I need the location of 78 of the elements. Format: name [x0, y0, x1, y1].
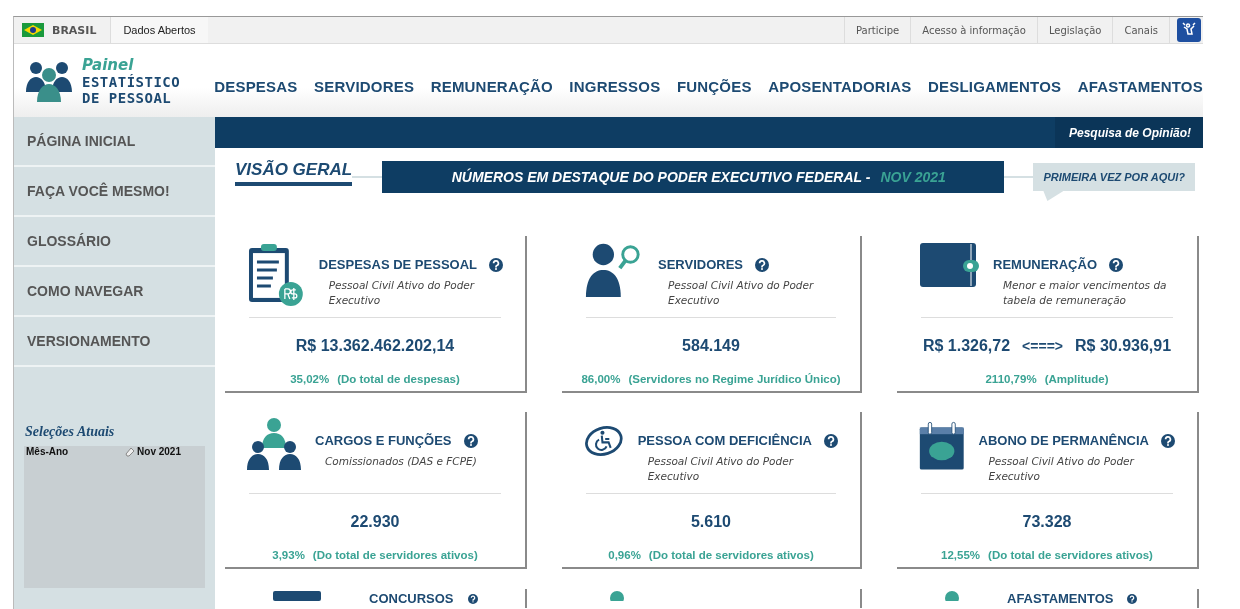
stat-percent: 2110,79% [985, 373, 1037, 385]
stat-percent: 35,02% [290, 373, 330, 385]
field-value: Nov 2021 [137, 446, 181, 457]
clipboard-icon [247, 242, 305, 308]
stat-note: (Do total de despesas) [337, 373, 460, 385]
card-subtitle: Menor e maior vencimentos da tabela de remuneração [1003, 278, 1168, 308]
stat-note: (Amplitude) [1044, 373, 1109, 385]
stat-percent: 12,55% [941, 549, 981, 561]
nav-link[interactable]: REMUNERAÇÃO [430, 78, 553, 95]
nav-link[interactable]: FUNÇÕES [676, 78, 752, 95]
accessibility-icon[interactable] [1177, 18, 1201, 42]
logo-text: Painel [82, 55, 135, 74]
selections-title: Seleções Atuais [25, 424, 116, 440]
card-title: AFASTAMENTOS [1007, 591, 1114, 606]
flag-icon [22, 23, 44, 37]
card-title: REMUNERAÇÃO [993, 257, 1097, 272]
help-icon[interactable] [465, 593, 480, 604]
help-icon[interactable] [755, 257, 769, 272]
card-title: CONCURSOS [369, 591, 454, 606]
card-subtitle: Pessoal Civil Ativo do Poder Executivo [668, 278, 815, 308]
headline-text: NÚMEROS EM DESTAQUE DO PODER EXECUTIVO FEDERAL - [451, 169, 871, 185]
headline-date: NOV 2021 [880, 169, 946, 185]
stat-note: (Servidores no Regime Jurídico Único) [628, 373, 841, 385]
card-subtitle: Comissionados (DAS e FCPE) [325, 454, 478, 469]
max-value: R$ 30.936,91 [1075, 336, 1172, 355]
open-data-link[interactable]: Dados Abertos [111, 17, 208, 43]
card-subtitle: Pessoal Civil Ativo do Poder Executivo [328, 278, 476, 308]
card-title: CARGOS E FUNÇÕES [315, 433, 452, 448]
help-icon[interactable] [463, 433, 478, 448]
survey-link[interactable]: Pesquisa de Opinião! [1054, 117, 1203, 148]
nav-link[interactable]: DESPESAS [214, 78, 298, 95]
card-title: ABONO DE PERMANÊNCIA [978, 433, 1149, 448]
sidebar-item[interactable]: COMO NAVEGAR [14, 267, 215, 317]
stat-note: (Do total de servidores ativos) [648, 549, 814, 561]
field-label: Mês-Ano [26, 446, 69, 457]
help-icon[interactable] [1125, 593, 1140, 604]
stat-value: 584.149 [682, 336, 740, 355]
team-icon [247, 418, 301, 470]
sidebar-item[interactable]: FAÇA VOCÊ MESMO! [14, 167, 215, 217]
stat-value: 5.610 [690, 512, 731, 531]
section-title: VISÃO GERAL [235, 160, 353, 186]
top-link[interactable]: Canais [1112, 17, 1169, 43]
top-link[interactable]: Legislação [1036, 17, 1113, 43]
stat-percent: 3,93% [272, 549, 305, 561]
sidebar-item[interactable]: GLOSSÁRIO [14, 217, 215, 267]
card-subtitle: Pessoal Civil Ativo do Poder Executivo [647, 454, 795, 484]
wallet-icon [919, 242, 979, 288]
country-label[interactable]: BRASIL [52, 23, 97, 37]
stat-percent: 86,00% [581, 373, 621, 385]
top-link[interactable]: Acesso à informação [910, 17, 1037, 43]
eraser-icon[interactable] [125, 446, 136, 457]
stat-note: (Do total de servidores ativos) [988, 549, 1153, 561]
stat-percent: 0,96% [608, 549, 641, 561]
nav-link[interactable]: AFASTAMENTOS [1077, 78, 1203, 95]
stat-value: 73.328 [1022, 512, 1072, 531]
help-icon[interactable] [489, 257, 503, 272]
nav-link[interactable]: APOSENTADORIAS [768, 78, 912, 95]
stat-value: R$ 13.362.462.202,14 [295, 336, 455, 355]
logo-text: DE PESSOAL [82, 89, 173, 106]
help-icon[interactable] [824, 433, 838, 448]
card-subtitle: Pessoal Civil Ativo do Poder Executivo [988, 454, 1136, 484]
help-icon[interactable] [1109, 257, 1123, 272]
nav-link[interactable]: INGRESSOS [569, 78, 661, 95]
min-value: R$ 1.326,72 [922, 336, 1011, 355]
nav-link[interactable]: DESLIGAMENTOS [928, 78, 1062, 95]
help-icon[interactable] [1161, 433, 1175, 448]
people-icon [26, 59, 72, 102]
help-bubble[interactable]: PRIMEIRA VEZ POR AQUI? [1033, 163, 1195, 201]
stat-note: (Do total de servidores ativos) [312, 549, 478, 561]
card-title: PESSOA COM DEFICIÊNCIA [637, 433, 812, 448]
sidebar-item[interactable]: VERSIONAMENTO [14, 317, 215, 367]
range-arrow: <===> [1022, 337, 1063, 354]
card-title: DESPESAS DE PESSOAL [318, 257, 477, 272]
nav-link[interactable]: SERVIDORES [314, 78, 415, 95]
card-title: SERVIDORES [658, 257, 743, 272]
logo-text: ESTATÍSTICO [82, 73, 181, 90]
stat-value: 22.930 [350, 512, 400, 531]
top-link[interactable]: Participe [843, 17, 911, 43]
